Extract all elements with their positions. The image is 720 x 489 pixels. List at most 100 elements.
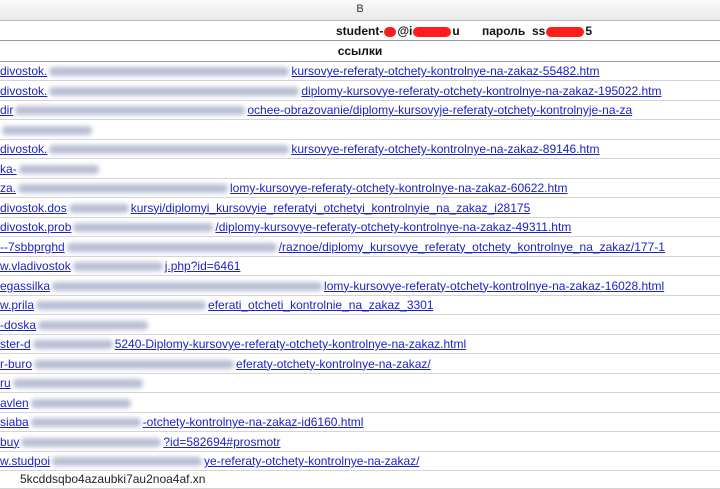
link-visible-end: ?id=582694#prosmotr [163, 434, 281, 449]
link-visible-end: diplomy-kursovye-referaty-otchety-kontro… [301, 83, 662, 98]
link-row[interactable]: ster-d 5240-Diplomy-kursovye-referaty-otc… [0, 335, 720, 354]
blurred-segment [18, 184, 229, 194]
hyperlink[interactable] [0, 121, 94, 139]
link-row[interactable]: w.studpoi ye-referaty-otchety-kontrolnye-… [0, 452, 720, 471]
password-label: пароль [482, 24, 526, 38]
link-visible-end: kursovye-referaty-otchety-kontrolnye-na-… [291, 64, 600, 78]
link-visible-start: w.vladivostok [0, 259, 71, 273]
link-row[interactable] [0, 121, 720, 140]
hyperlink[interactable]: divostok.prob/diplomy-kursovye-referaty-… [0, 218, 571, 236]
hyperlink[interactable]: ster-d 5240-Diplomy-kursovye-referaty-otc… [0, 335, 466, 353]
blurred-segment [18, 164, 99, 174]
link-row[interactable]: divostok.prob/diplomy-kursovye-referaty-… [0, 218, 720, 237]
link-row[interactable]: divostok. kursovye-referaty-otchety-kontr… [0, 140, 720, 159]
link-visible-start: r-buro [0, 356, 33, 371]
links-header-row[interactable]: ссылки [0, 41, 720, 62]
password-value: ss 5 [532, 22, 592, 40]
blurred-segment [73, 223, 214, 233]
link-visible-end: lomy-kursovye-referaty-otchety-kontrolny… [230, 181, 568, 195]
link-visible-end: eferati_otcheti_kontrolnie_na_zakaz_3301 [208, 298, 434, 312]
link-visible-end: 5240-Diplomy-kursovye-referaty-otchety-k… [114, 337, 467, 351]
blurred-segment [68, 203, 129, 213]
link-visible-end: /raznoe/diplomy_kursovye_referaty_otchet… [278, 239, 665, 254]
hyperlink[interactable]: r-buro eferaty-otchety-kontrolnye-na-zaka… [0, 355, 431, 373]
password-suffix: 5 [585, 24, 593, 38]
blurred-segment [12, 379, 143, 389]
link-row[interactable]: w.prila eferati_otcheti_kontrolnie_na_zak… [0, 296, 720, 315]
hyperlink[interactable]: ka- [0, 160, 101, 178]
hyperlink[interactable]: ru [0, 374, 145, 392]
hyperlink[interactable]: w.studpoi ye-referaty-otchety-kontrolnye-… [0, 452, 419, 470]
blurred-segment [49, 86, 300, 96]
blurred-segment [30, 418, 141, 428]
link-visible-start: --7sbbprghd [0, 239, 65, 254]
link-row[interactable]: w.vladivostok j.php?id=6461 [0, 257, 720, 276]
link-row[interactable]: za. lomy-kursovye-referaty-otchety-kontro… [0, 179, 720, 198]
blurred-segment [66, 242, 277, 252]
link-visible-start: ster-d [0, 337, 31, 351]
redaction-mark [413, 26, 452, 37]
link-visible-start: divostok. [0, 64, 48, 78]
link-row[interactable]: dir ochee-obrazovanie/diplomy-kursovyje-r… [0, 101, 720, 120]
username-prefix: student- [336, 24, 384, 38]
hyperlink[interactable]: za. lomy-kursovye-referaty-otchety-kontro… [0, 179, 567, 197]
link-row[interactable]: --7sbbprghd/raznoe/diplomy_kursovye_refe… [0, 238, 720, 257]
column-header-b[interactable]: B [0, 0, 720, 21]
hyperlink[interactable]: siaba -otchety-kontrolnye-na-zakaz-id6160… [0, 413, 363, 431]
link-visible-end: j.php?id=6461 [164, 259, 241, 273]
blurred-segment [15, 106, 246, 116]
redaction-mark [384, 26, 397, 37]
link-visible-start: egassilka [0, 278, 51, 293]
blurred-segment [2, 125, 92, 135]
link-visible-start: siaba [0, 415, 29, 429]
blurred-segment [52, 457, 203, 467]
blurred-segment [38, 320, 149, 330]
blurred-segment [21, 437, 162, 447]
hyperlink[interactable]: dir ochee-obrazovanie/diplomy-kursovyje-r… [0, 101, 632, 119]
last-row-text: 5kcddsqbo4azaubki7au2noa4af.xn [20, 472, 206, 486]
link-row[interactable]: -doska [0, 316, 720, 335]
link-visible-start: divostok. [0, 83, 48, 98]
link-row[interactable]: divostok. kursovye-referaty-otchety-kontr… [0, 62, 720, 81]
link-visible-start: avlen [0, 395, 29, 410]
hyperlink[interactable]: divostok. kursovye-referaty-otchety-kontr… [0, 140, 600, 158]
link-row[interactable]: buy ?id=582694#prosmotr [0, 433, 720, 452]
hyperlink[interactable]: avlen [0, 394, 133, 412]
username-cell: student- @i u [336, 22, 460, 40]
password-prefix: ss [532, 24, 546, 38]
link-visible-start: w.prila [0, 298, 35, 312]
link-visible-start: dir [0, 103, 14, 117]
link-visible-end: eferaty-otchety-kontrolnye-na-zakaz/ [236, 356, 431, 371]
link-visible-start: divostok.prob [0, 220, 72, 234]
link-visible-end: /diplomy-kursovye-referaty-otchety-kontr… [215, 220, 572, 234]
hyperlink[interactable]: divostok. diplomy-kursovye-referaty-otche… [0, 82, 662, 100]
link-visible-start: divostok.dos [0, 200, 67, 215]
link-row[interactable]: ka- [0, 160, 720, 179]
link-visible-start: za. [0, 181, 17, 195]
username-suffix: u [452, 24, 460, 38]
link-row[interactable]: ru [0, 374, 720, 393]
redaction-mark [546, 26, 585, 37]
hyperlink[interactable]: divostok.dos kursyi/diplomyi_kursovyie_re… [0, 199, 530, 217]
hyperlink[interactable]: -doska [0, 316, 150, 334]
link-row[interactable]: siaba -otchety-kontrolnye-na-zakaz-id6160… [0, 413, 720, 432]
hyperlink[interactable]: divostok. kursovye-referaty-otchety-kontr… [0, 62, 600, 80]
link-visible-end: kursovye-referaty-otchety-kontrolnye-na-… [291, 142, 600, 156]
username-mid: @i [397, 24, 413, 38]
blurred-segment [72, 262, 163, 272]
link-row[interactable]: r-buro eferaty-otchety-kontrolnye-na-zaka… [0, 355, 720, 374]
hyperlink[interactable]: egassilka lomy-kursovye-referaty-otchety-… [0, 277, 664, 295]
hyperlink[interactable]: --7sbbprghd/raznoe/diplomy_kursovye_refe… [0, 238, 665, 256]
link-row[interactable]: avlen [0, 394, 720, 413]
link-visible-end: lomy-kursovye-referaty-otchety-kontrolny… [324, 278, 665, 293]
link-visible-start: divostok. [0, 142, 48, 156]
hyperlink[interactable]: buy ?id=582694#prosmotr [0, 433, 280, 451]
link-row[interactable]: divostok. diplomy-kursovye-referaty-otche… [0, 82, 720, 101]
credentials-row[interactable]: student- @i u пароль ss 5 [0, 21, 720, 41]
link-row[interactable]: egassilka lomy-kursovye-referaty-otchety-… [0, 277, 720, 296]
link-row[interactable]: divostok.dos kursyi/diplomyi_kursovyie_re… [0, 199, 720, 218]
hyperlink[interactable]: w.prila eferati_otcheti_kontrolnie_na_zak… [0, 296, 434, 314]
link-visible-start: w.studpoi [0, 454, 51, 468]
link-visible-start: -doska [0, 317, 37, 332]
hyperlink[interactable]: w.vladivostok j.php?id=6461 [0, 257, 240, 275]
